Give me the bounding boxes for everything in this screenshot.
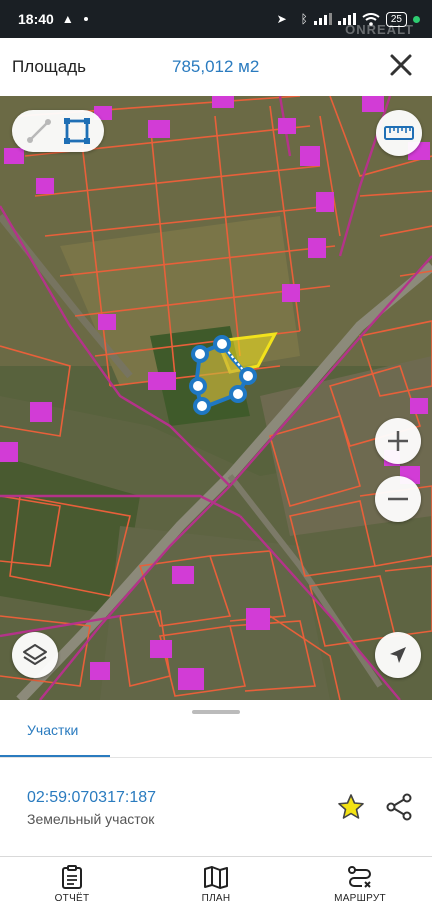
- area-label: Площадь: [12, 57, 87, 76]
- nav-report-label: ОТЧЁТ: [54, 892, 90, 904]
- ruler-button[interactable]: [376, 110, 422, 156]
- share-icon[interactable]: [384, 792, 414, 822]
- privacy-dot-icon: [413, 15, 420, 23]
- area-header: Площадь 785,012 м2: [0, 38, 432, 96]
- sheet-handle[interactable]: [192, 710, 240, 714]
- watermark: ONREALT: [345, 22, 414, 37]
- tab-divider: [0, 757, 432, 758]
- nav-route-label: МАРШРУТ: [334, 892, 386, 904]
- bottom-navigation: ОТЧЁТ ПЛАН МАРШРУТ: [0, 856, 432, 910]
- app-root: 18:40 ▲ ➤ ᛒ 25 ONREALT Площадь 785,012 м…: [0, 0, 432, 910]
- navigation-icon: ➤: [276, 12, 287, 26]
- area-value: 785,012 м2: [172, 57, 260, 76]
- polygon-tool-button[interactable]: [61, 115, 93, 147]
- locate-button[interactable]: [375, 632, 421, 678]
- bottom-sheet: Участки 02:59:070317:187 Земельный участ…: [0, 700, 432, 856]
- line-tool-icon: [27, 119, 51, 143]
- notification-dot-icon: [83, 17, 88, 21]
- polygon-tool-icon: [64, 118, 90, 144]
- nav-plan-label: ПЛАН: [201, 892, 231, 904]
- status-time: 18:40: [18, 11, 54, 27]
- line-tool-button[interactable]: [23, 115, 55, 147]
- zoom-out-button[interactable]: [375, 476, 421, 522]
- bluetooth-icon: ᛒ: [300, 12, 308, 26]
- favorite-star-icon[interactable]: [336, 792, 366, 822]
- route-icon: [348, 865, 371, 888]
- nav-plan[interactable]: ПЛАН: [166, 857, 266, 910]
- parcel-type: Земельный участок: [27, 811, 155, 827]
- nav-route[interactable]: МАРШРУТ: [310, 857, 410, 910]
- draw-tools-pill: [12, 110, 104, 152]
- layers-icon: [23, 644, 47, 665]
- tab-parcels[interactable]: Участки: [27, 722, 78, 738]
- signal-icon: [313, 13, 332, 25]
- clipboard-icon: [62, 864, 82, 889]
- nav-report[interactable]: ОТЧЁТ: [22, 857, 122, 910]
- plus-icon: [388, 431, 408, 451]
- map-canvas[interactable]: [0, 96, 432, 700]
- parcel-cadastral-number[interactable]: 02:59:070317:187: [27, 789, 156, 807]
- zoom-in-button[interactable]: [375, 418, 421, 464]
- media-icon: ▲: [61, 12, 74, 26]
- minus-icon: [388, 497, 408, 501]
- close-icon[interactable]: [388, 52, 414, 78]
- layers-button[interactable]: [12, 632, 58, 678]
- navigation-arrow-icon: [390, 647, 406, 663]
- map-icon: [204, 865, 228, 889]
- map-view[interactable]: [0, 96, 432, 700]
- ruler-icon: [384, 126, 414, 140]
